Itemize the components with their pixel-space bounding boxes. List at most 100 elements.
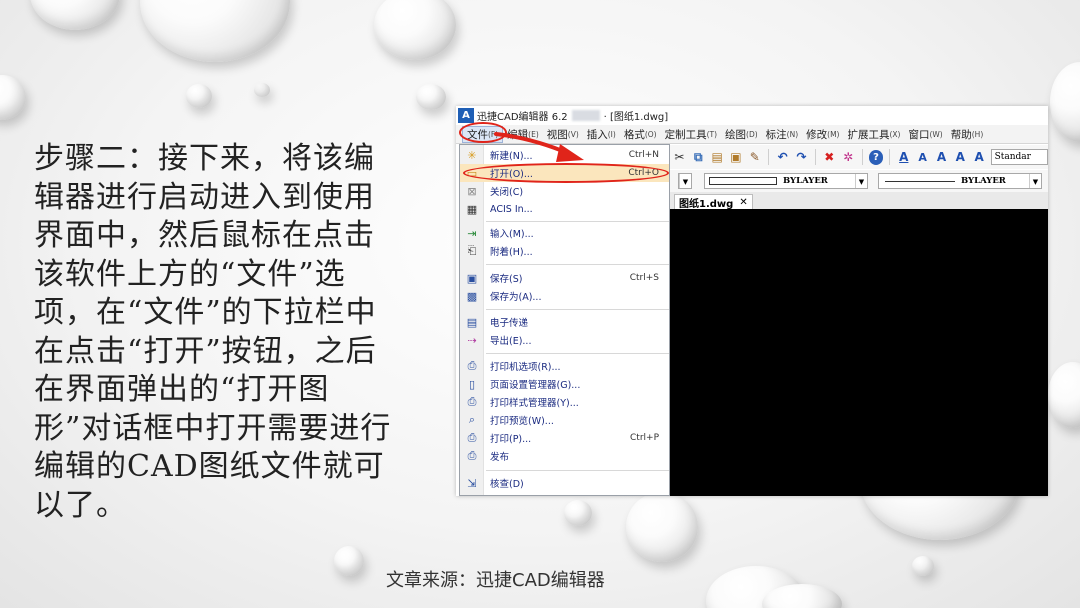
copy-icon[interactable]: ⧉ — [691, 150, 706, 165]
water-drop — [374, 0, 456, 60]
layer-swatch — [709, 177, 777, 185]
plot-style-icon: ⎙ — [467, 395, 477, 408]
page-setup-icon: ▯ — [468, 377, 476, 391]
text-icon[interactable]: A — [896, 150, 911, 165]
etransmit-icon: ▤ — [466, 315, 478, 329]
menu-format[interactable]: 格式 (O) — [620, 126, 661, 143]
redo-icon[interactable]: ↷ — [794, 150, 809, 165]
toolbar-divider — [768, 149, 770, 165]
standard-toolbar: ✂ ⧉ ▤ ▣ ✎ ↶ ↷ ✖ ✲ ? A A A A A Standar — [670, 145, 1048, 169]
menu-item-import[interactable]: ⇥ 输入(M)... — [460, 224, 669, 242]
water-drop — [1050, 62, 1080, 142]
acis-icon: ▦ — [466, 202, 478, 216]
layer-combo[interactable]: BYLAYER ▼ — [704, 173, 868, 189]
annotation-arrow-icon — [494, 132, 584, 162]
properties-toolbar: ▼ BYLAYER ▼ BYLAYER ▼ — [670, 170, 1048, 192]
water-drop — [0, 75, 26, 120]
source-caption: 文章来源：迅捷CAD编辑器 — [386, 570, 605, 591]
help-icon[interactable]: ? — [868, 149, 884, 165]
new-file-icon: ✳ — [467, 148, 477, 162]
publish-icon: ⎙ — [467, 449, 477, 462]
menu-item-acis-in[interactable]: ▦ ACIS In... — [460, 200, 669, 218]
water-drop — [564, 500, 592, 526]
toolbar-divider — [814, 149, 816, 165]
menu-item-audit[interactable]: ⇲ 核查(D) — [460, 474, 669, 492]
delete-icon[interactable]: ✖ — [822, 150, 837, 165]
menu-help[interactable]: 帮助 (H) — [947, 126, 988, 143]
chevron-down-icon: ▼ — [1029, 174, 1041, 188]
paste-icon[interactable]: ▤ — [710, 150, 725, 165]
water-drop — [186, 84, 212, 108]
water-drop — [30, 0, 120, 30]
match-properties-icon[interactable]: ✎ — [747, 150, 762, 165]
menu-divider — [486, 221, 669, 222]
toolbar-divider — [889, 149, 891, 165]
menu-item-print[interactable]: ⎙ 打印(P)... Ctrl+P — [460, 429, 669, 447]
menu-window[interactable]: 窗口 (W) — [904, 126, 946, 143]
color-combo[interactable]: ▼ — [678, 173, 692, 189]
cut-icon[interactable]: ✂ — [672, 150, 687, 165]
print-preview-icon: ⌕ — [468, 413, 476, 426]
menu-item-plotter-options[interactable]: ⎙ 打印机选项(R)... — [460, 357, 669, 375]
water-drop — [1048, 362, 1080, 428]
menu-divider — [486, 470, 669, 471]
menu-item-print-preview[interactable]: ⌕ 打印预览(W)... — [460, 411, 669, 429]
menu-item-publish[interactable]: ⎙ 发布 — [460, 447, 669, 465]
save-as-icon: ▩ — [466, 289, 478, 303]
plotter-options-icon: ⎙ — [467, 359, 477, 372]
text-edit-icon[interactable]: A — [934, 150, 949, 165]
title-bar: A 迅捷CAD编辑器 6.2 · [图纸1.dwg] — [456, 106, 1048, 125]
menu-item-attach[interactable]: ⎗ 附着(H)... — [460, 242, 669, 260]
export-icon: ⇢ — [467, 333, 477, 347]
audit-icon: ⇲ — [467, 476, 477, 490]
drawing-canvas[interactable] — [670, 209, 1048, 496]
close-icon: ⊠ — [467, 184, 477, 198]
app-title: 迅捷CAD编辑器 6.2 — [477, 112, 568, 123]
close-icon[interactable]: ✕ — [739, 197, 747, 208]
menu-draw[interactable]: 绘图 (D) — [721, 126, 762, 143]
water-drop — [626, 492, 698, 562]
attach-icon: ⎗ — [467, 244, 477, 257]
blurred-region — [571, 110, 600, 121]
water-drop — [254, 83, 270, 97]
water-drop — [140, 0, 290, 62]
menu-item-save[interactable]: ▣ 保存(S) Ctrl+S — [460, 269, 669, 287]
menu-modify[interactable]: 修改 (M) — [802, 126, 843, 143]
water-drop — [416, 84, 446, 110]
menu-divider — [486, 309, 669, 310]
toolbar-divider — [861, 149, 863, 165]
tab-drawing1[interactable]: 图纸1.dwg ✕ — [674, 194, 753, 210]
menu-insert[interactable]: 插入 (I) — [583, 126, 620, 143]
text-replace-icon[interactable]: A — [953, 150, 968, 165]
menu-dimension[interactable]: 标注 (N) — [762, 126, 802, 143]
text-find-icon[interactable]: A — [972, 150, 987, 165]
import-icon: ⇥ — [467, 226, 477, 240]
menu-custom-tools[interactable]: 定制工具 (T) — [661, 126, 721, 143]
menu-item-export[interactable]: ⇢ 导出(E)... — [460, 331, 669, 349]
menu-divider — [486, 353, 669, 354]
chevron-down-icon: ▼ — [855, 174, 867, 188]
menu-extended-tools[interactable]: 扩展工具 (X) — [843, 126, 904, 143]
paste-special-icon[interactable]: ▣ — [729, 150, 744, 165]
document-tab-bar: 图纸1.dwg ✕ — [670, 192, 1048, 210]
file-dropdown-menu: ✳ 新建(N)... Ctrl+N ▭ 打开(O)... Ctrl+O ⊠ 关闭… — [459, 144, 670, 496]
document-title: · [图纸1.dwg] — [603, 112, 669, 123]
linetype-combo[interactable]: BYLAYER ▼ — [878, 173, 1042, 189]
water-drop — [912, 556, 934, 576]
save-icon: ▣ — [466, 271, 478, 285]
menu-divider — [486, 264, 669, 265]
instruction-text: 步骤二：接下来，将该编辑器进行启动进入到使用界面中，然后鼠标在点击该软件上方的“… — [34, 141, 392, 523]
purge-icon[interactable]: ✲ — [841, 150, 856, 165]
text-style-combo[interactable]: Standar — [990, 149, 1048, 165]
water-drop — [334, 546, 364, 576]
undo-icon[interactable]: ↶ — [775, 150, 790, 165]
text-small-icon[interactable]: A — [915, 150, 930, 165]
app-logo-icon: A — [458, 108, 474, 123]
linetype-sample — [885, 180, 955, 182]
menu-item-save-as[interactable]: ▩ 保存为(A)... — [460, 287, 669, 305]
menu-item-page-setup[interactable]: ▯ 页面设置管理器(G)... — [460, 375, 669, 393]
chevron-down-icon: ▼ — [679, 174, 691, 188]
menu-item-close[interactable]: ⊠ 关闭(C) — [460, 182, 669, 200]
menu-item-plot-style[interactable]: ⎙ 打印样式管理器(Y)... — [460, 393, 669, 411]
menu-item-etransmit[interactable]: ▤ 电子传递 — [460, 313, 669, 331]
